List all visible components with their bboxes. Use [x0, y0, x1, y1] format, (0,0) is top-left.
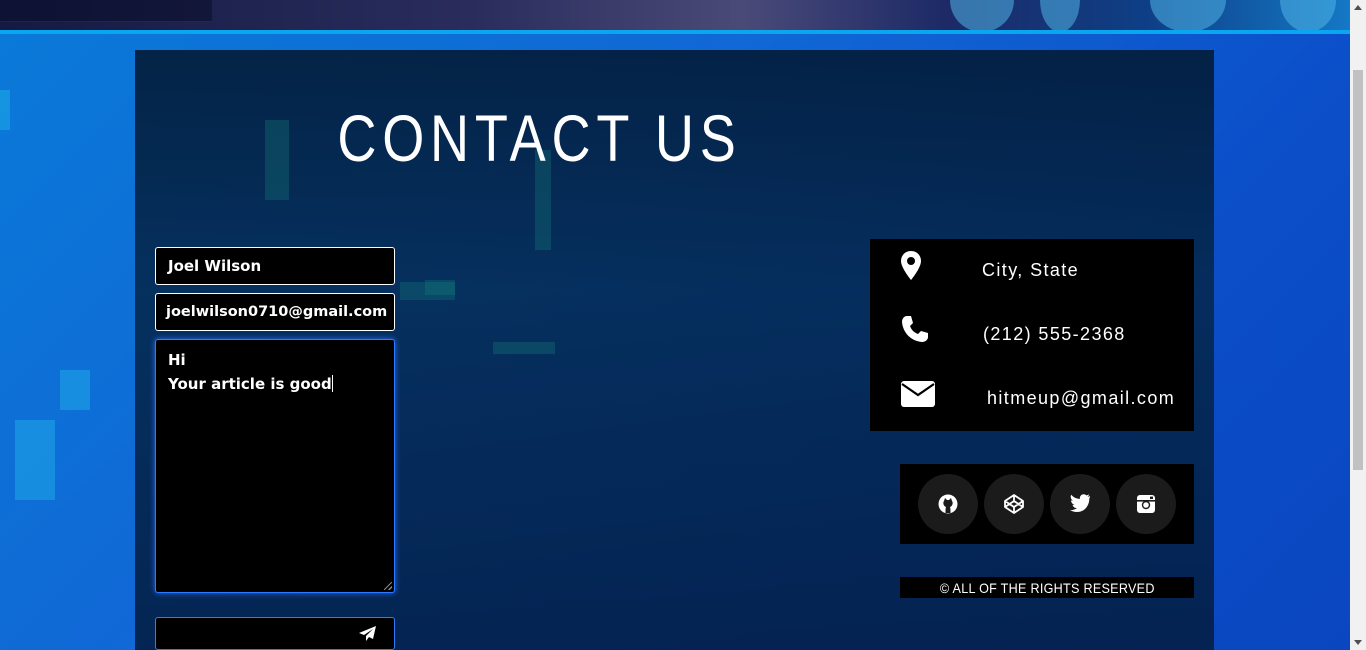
contact-location: City, State — [982, 260, 1080, 280]
contact-location-row: City, State — [870, 239, 1194, 303]
map-marker-icon — [901, 251, 921, 280]
phone-icon — [902, 316, 928, 342]
contact-info-box: City, State (212) 555-2368 hitmeup@gmail… — [870, 239, 1194, 431]
send-button[interactable] — [155, 617, 395, 650]
gear-decoration — [1150, 0, 1226, 32]
scrollbar-thumb[interactable] — [1353, 70, 1363, 470]
text-caret — [331, 375, 333, 392]
header-logo-area — [0, 0, 212, 22]
contact-phone-row: (212) 555-2368 — [870, 303, 1194, 367]
codepen-link[interactable] — [984, 474, 1044, 534]
scroll-down-arrow-icon[interactable] — [1354, 640, 1362, 645]
message-line: Hi — [168, 351, 186, 369]
instagram-icon — [1137, 495, 1155, 513]
paper-plane-icon — [359, 626, 376, 641]
gear-decoration — [950, 0, 1014, 32]
background-glow — [493, 342, 555, 354]
github-icon — [938, 494, 958, 514]
resize-handle[interactable] — [384, 582, 392, 590]
twitter-icon — [1070, 494, 1090, 512]
page-title: CONTACT US — [337, 101, 742, 175]
contact-email: hitmeup@gmail.com — [987, 388, 1176, 408]
gear-decoration — [1040, 0, 1080, 32]
background-glow — [15, 420, 55, 500]
envelope-icon — [901, 381, 935, 407]
background-glow — [60, 370, 90, 410]
background-glow — [400, 282, 455, 300]
twitter-link[interactable] — [1050, 474, 1110, 534]
footer-copyright: © ALL OF THE RIGHTS RESERVED — [900, 577, 1194, 598]
contact-phone: (212) 555-2368 — [983, 324, 1126, 344]
codepen-icon — [1004, 494, 1024, 514]
instagram-link[interactable] — [1116, 474, 1176, 534]
name-field[interactable]: Joel Wilson — [155, 247, 395, 285]
message-line: Your article is good — [168, 375, 332, 393]
message-textarea[interactable]: Hi Your article is good — [155, 339, 395, 593]
gear-decoration — [1280, 0, 1336, 32]
header-divider — [0, 30, 1350, 34]
footer-text: © ALL OF THE RIGHTS RESERVED — [939, 580, 1155, 596]
social-links-box — [900, 464, 1194, 544]
github-link[interactable] — [918, 474, 978, 534]
contact-email-row: hitmeup@gmail.com — [870, 367, 1194, 431]
page-scrollbar[interactable] — [1350, 0, 1366, 650]
email-field[interactable]: joelwilson0710@gmail.com — [155, 293, 395, 331]
scroll-up-arrow-icon[interactable] — [1354, 5, 1362, 10]
hero-banner-strip — [0, 0, 1350, 34]
background-glow — [0, 90, 10, 130]
